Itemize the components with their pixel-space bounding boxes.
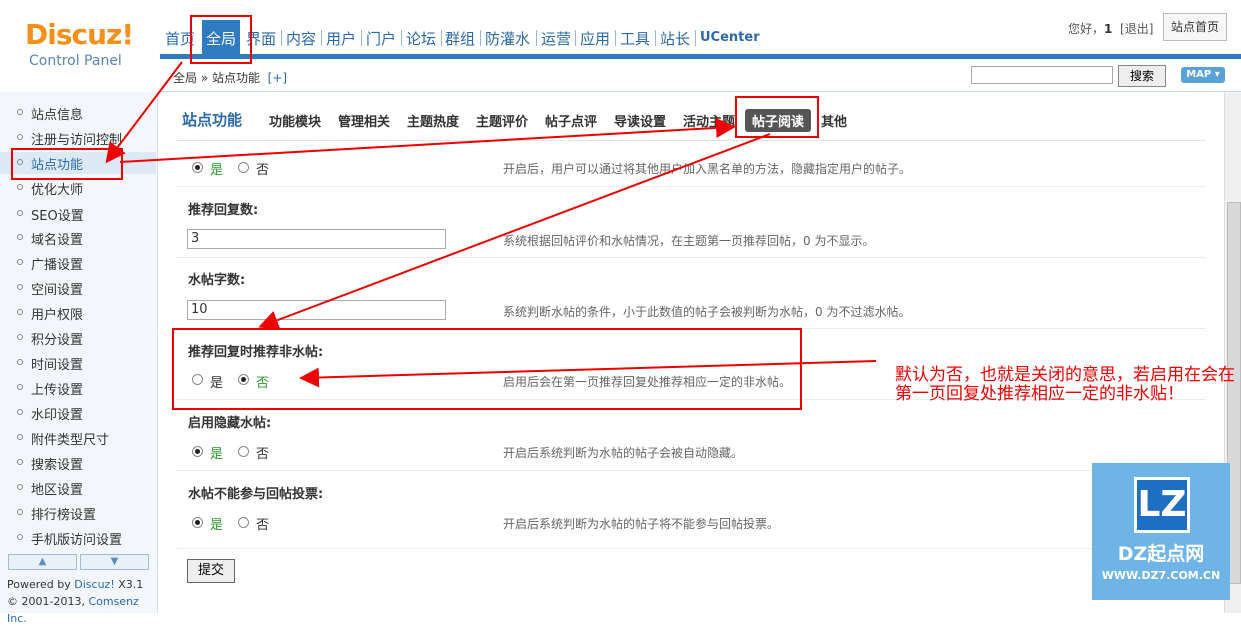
arrow-to-radio [299,360,877,388]
annotation-arrows [105,61,877,388]
annotation-text: 默认为否，也就是关闭的意思，若启用在会在第一页回复处推荐相应一定的非水贴！ [895,365,1235,404]
arrow-to-setting [258,133,771,330]
arrow-to-sidebar [105,61,183,164]
watermark-logo: LZ DZ起点网 WWW.DZ7.COM.CN [1092,463,1230,600]
arrow-to-tab [119,117,736,163]
watermark-mark: LZ [1134,477,1190,533]
watermark-url: WWW.DZ7.COM.CN [1101,569,1221,582]
watermark-title: DZ起点网 [1117,543,1205,565]
